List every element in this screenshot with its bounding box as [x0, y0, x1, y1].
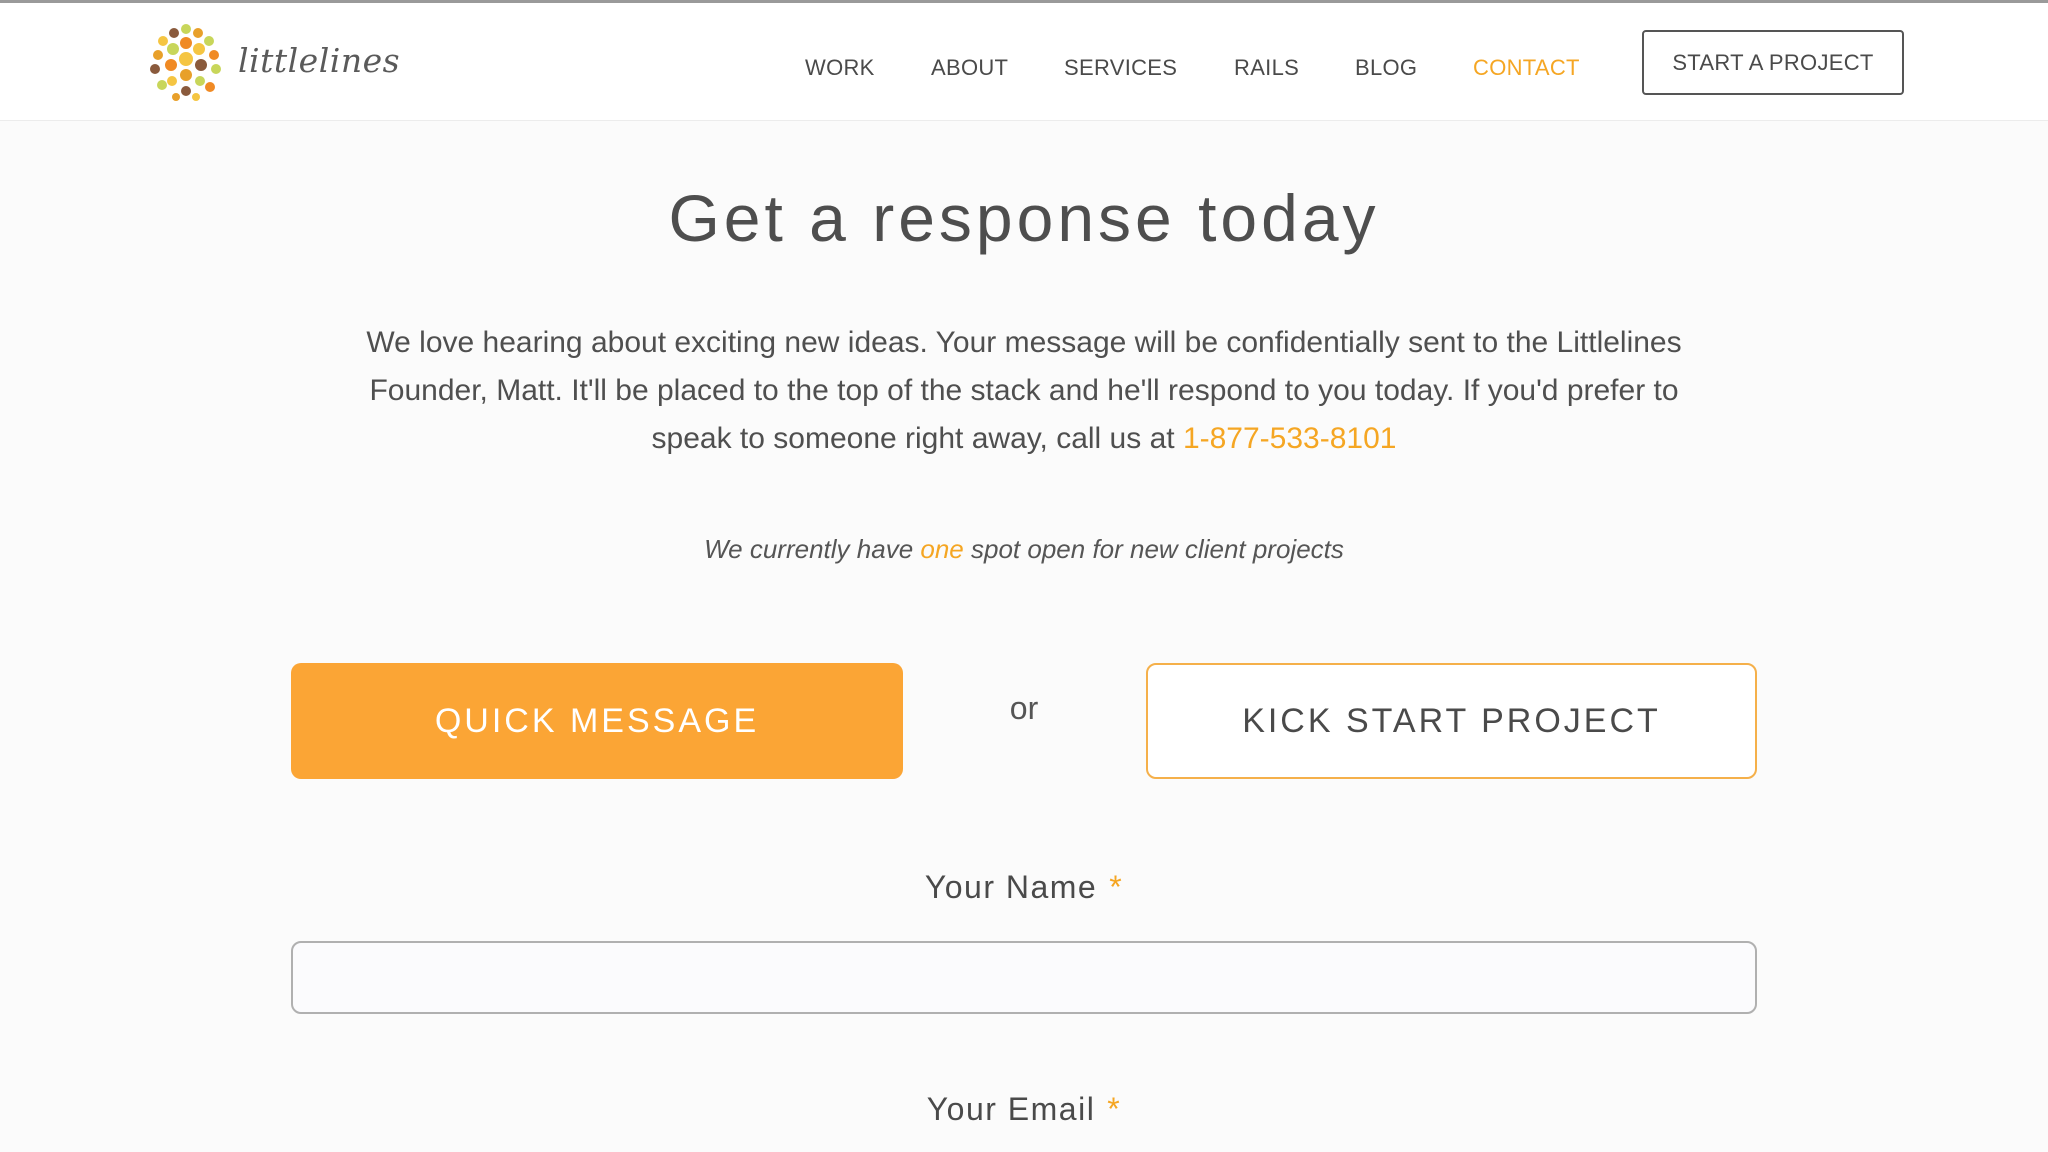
availability-count: one	[920, 534, 964, 564]
availability-prefix: We currently have	[704, 534, 914, 564]
quick-message-button[interactable]: QUICK MESSAGE	[291, 663, 903, 779]
availability-suffix: spot open for new client projects	[971, 534, 1344, 564]
name-field-label: Your Name *	[0, 869, 2048, 906]
site-header: littlelines WORK ABOUT SERVICES RAILS BL…	[0, 3, 2048, 121]
start-project-button[interactable]: START A PROJECT	[1642, 30, 1904, 95]
nav-item-blog[interactable]: BLOG	[1355, 55, 1417, 81]
logo-text: littlelines	[238, 41, 401, 80]
email-label-text: Your Email	[926, 1091, 1096, 1127]
logo-tree-icon	[150, 24, 221, 101]
logo[interactable]: littlelines	[143, 21, 403, 107]
availability-note: We currently have one spot open for new …	[0, 534, 2048, 565]
intro-paragraph: We love hearing about exciting new ideas…	[330, 319, 1718, 463]
intro-text: We love hearing about exciting new ideas…	[366, 326, 1682, 455]
nav-item-contact[interactable]: CONTACT	[1473, 55, 1580, 81]
kick-start-project-button[interactable]: KICK START PROJECT	[1146, 663, 1757, 779]
nav-item-about[interactable]: ABOUT	[931, 55, 1008, 81]
nav-item-work[interactable]: WORK	[805, 55, 875, 81]
name-label-text: Your Name	[924, 869, 1098, 905]
phone-link[interactable]: 1-877-533-8101	[1183, 422, 1397, 455]
name-input[interactable]	[291, 941, 1757, 1014]
required-asterisk: *	[1109, 869, 1124, 905]
nav-item-services[interactable]: SERVICES	[1064, 55, 1177, 81]
or-separator: or	[1009, 690, 1039, 726]
page-title: Get a response today	[668, 181, 1380, 255]
nav-item-rails[interactable]: RAILS	[1234, 55, 1299, 81]
email-field-label: Your Email *	[0, 1091, 2048, 1128]
required-asterisk: *	[1107, 1091, 1122, 1127]
